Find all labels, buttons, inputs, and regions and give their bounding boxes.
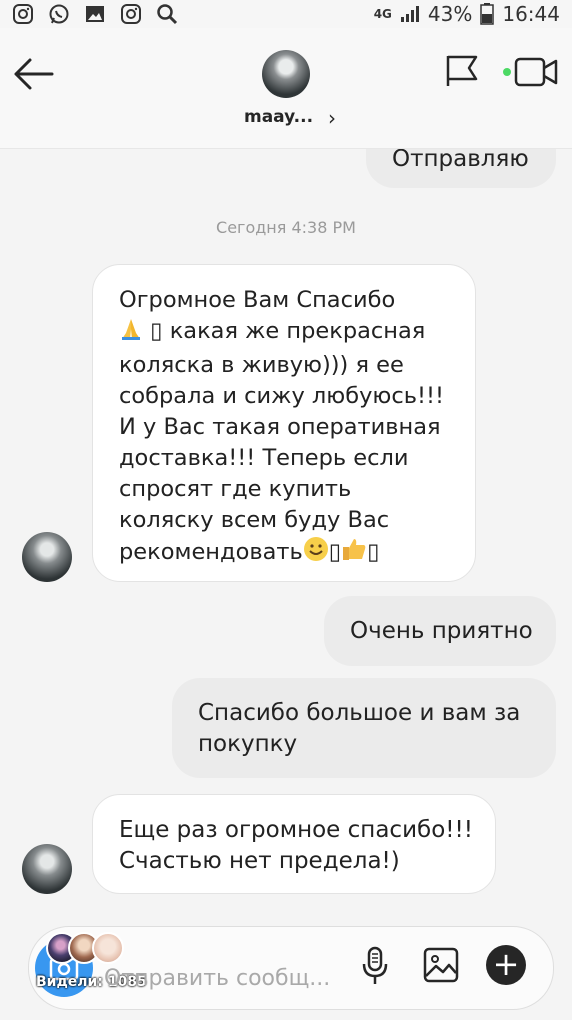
message-line-with-emoji: ▯ какая же прекрасная bbox=[119, 316, 475, 350]
viewer-avatar bbox=[92, 932, 124, 964]
message-bubble-incoming[interactable]: Огромное Вам Спасибо ▯ какая же прекрасн… bbox=[92, 264, 476, 582]
smile-emoji bbox=[303, 536, 329, 571]
message-line: собрала и сижу любуюсь!!! bbox=[119, 383, 445, 409]
signal-icon bbox=[400, 6, 419, 22]
message-text: Отправляю bbox=[392, 146, 529, 172]
image-icon bbox=[86, 6, 104, 22]
contact-avatar-small[interactable] bbox=[22, 532, 72, 582]
contact-avatar-small[interactable] bbox=[22, 844, 72, 894]
status-bar-left bbox=[12, 3, 178, 25]
message-line: Еще раз огромное спасибо!!! bbox=[119, 817, 473, 843]
missing-glyph: ▯ bbox=[367, 539, 380, 565]
instagram-icon bbox=[121, 4, 141, 24]
message-line: коляска в живую))) я ее bbox=[119, 352, 404, 378]
message-line: Спасибо большое и вам за bbox=[198, 700, 521, 726]
network-type: 4G bbox=[373, 7, 392, 21]
message-line: коляску всем буду Вас bbox=[119, 507, 390, 533]
thumbs-up-emoji bbox=[341, 536, 367, 571]
message-line-with-emoji: рекомендовать ▯ ▯ bbox=[119, 536, 475, 571]
message-bubble-outgoing[interactable]: Спасибо большое и вам за покупку bbox=[172, 678, 556, 778]
battery-percent: 43% bbox=[427, 2, 473, 26]
message-input[interactable]: Отправить сообщ... bbox=[104, 966, 330, 991]
message-timestamp: Сегодня 4:38 PM bbox=[216, 218, 356, 237]
plus-icon[interactable]: + bbox=[486, 945, 526, 985]
contact-username[interactable]: maay... bbox=[244, 107, 313, 127]
status-bar: 4G 43% 16:44 bbox=[0, 0, 572, 28]
message-line: доставка!!! Теперь если bbox=[119, 445, 409, 471]
message-line: И у Вас такая оперативная bbox=[119, 414, 441, 440]
microphone-icon[interactable] bbox=[360, 946, 390, 986]
chevron-right-icon[interactable]: › bbox=[328, 106, 336, 130]
header-overlay: maay... › bbox=[0, 28, 572, 148]
instagram-icon bbox=[13, 4, 33, 24]
message-bubble-incoming[interactable]: Еще раз огромное спасибо!!! Счастью нет … bbox=[92, 794, 496, 894]
message-text: Очень приятно bbox=[350, 618, 533, 644]
battery-icon bbox=[480, 3, 495, 25]
status-bar-right: 4G 43% 16:44 bbox=[374, 2, 560, 26]
missing-glyph: ▯ bbox=[328, 539, 342, 565]
message-line: Огромное Вам Спасибо bbox=[119, 287, 396, 313]
missing-glyph: ▯ bbox=[143, 318, 170, 344]
flag-icon[interactable] bbox=[445, 54, 479, 88]
message-line: покупку bbox=[198, 731, 298, 757]
back-arrow-icon[interactable] bbox=[12, 56, 56, 92]
folded-hands-emoji bbox=[119, 317, 143, 350]
search-icon bbox=[157, 4, 178, 25]
gallery-icon[interactable] bbox=[423, 947, 459, 983]
message-line: спросят где купить bbox=[119, 476, 352, 502]
video-call-icon[interactable] bbox=[500, 56, 560, 88]
clock: 16:44 bbox=[502, 2, 560, 26]
message-line: Счастью нет предела!) bbox=[119, 848, 400, 874]
message-bubble-outgoing[interactable]: Очень приятно bbox=[324, 596, 556, 666]
contact-avatar[interactable] bbox=[262, 50, 310, 98]
whatsapp-icon bbox=[49, 4, 69, 24]
